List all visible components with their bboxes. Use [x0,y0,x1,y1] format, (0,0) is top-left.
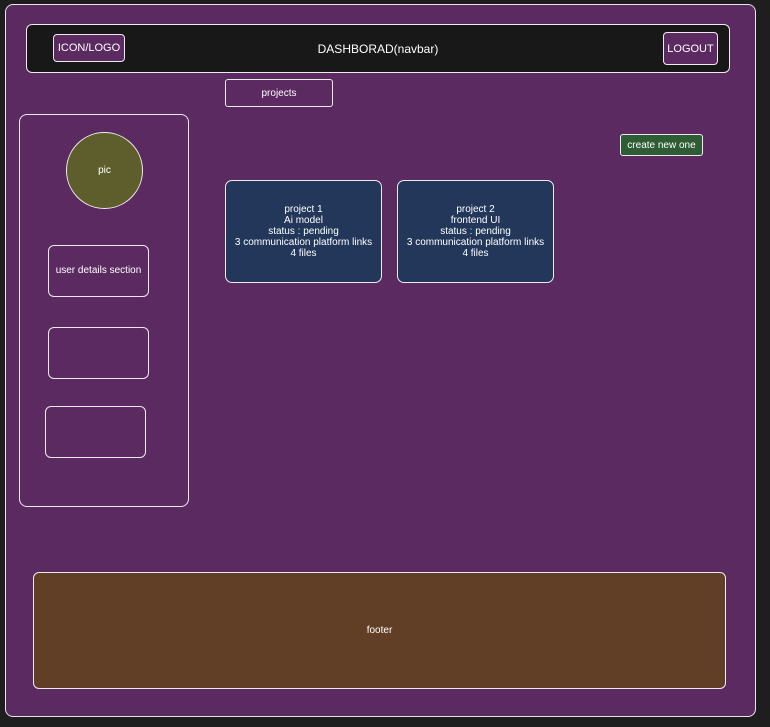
project-subtitle: frontend UI [450,215,501,226]
avatar: pic [66,132,143,209]
project-card[interactable]: project 2 frontend UI status : pending 3… [397,180,554,283]
project-links: 3 communication platform links [234,237,373,248]
create-project-button[interactable]: create new one [620,134,703,156]
sidebar-box-3[interactable] [45,406,146,458]
project-name: project 1 [284,204,323,215]
project-card[interactable]: project 1 Ai model status : pending 3 co… [225,180,382,283]
navbar-title: DASHBORAD(navbar) [317,41,439,56]
project-name: project 2 [456,204,495,215]
user-details-section[interactable]: user details section [48,245,149,297]
sidebar: pic user details section [19,114,189,507]
project-files: 4 files [462,248,489,259]
tab-projects[interactable]: projects [225,79,333,107]
logo-button[interactable]: ICON/LOGO [53,34,125,62]
project-status: status : pending [268,226,339,237]
navbar: DASHBORAD(navbar) ICON/LOGO LOGOUT [26,24,730,73]
logout-button[interactable]: LOGOUT [663,32,718,65]
footer: footer [33,572,726,689]
dashboard-frame: DASHBORAD(navbar) ICON/LOGO LOGOUT proje… [5,4,756,717]
project-files: 4 files [290,248,317,259]
project-subtitle: Ai model [284,215,323,226]
sidebar-box-2[interactable] [48,327,149,379]
project-links: 3 communication platform links [406,237,545,248]
project-status: status : pending [440,226,511,237]
